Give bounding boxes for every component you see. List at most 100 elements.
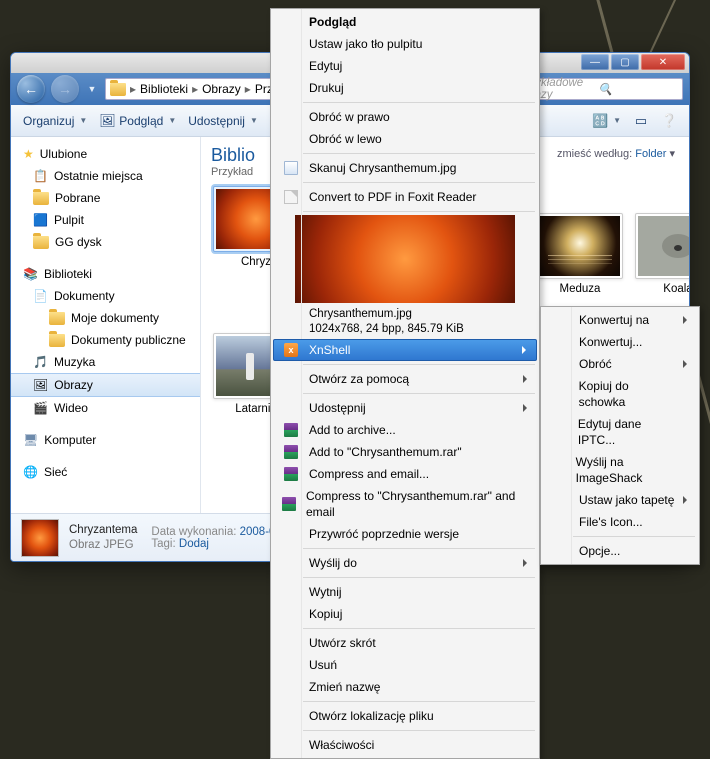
preview-button[interactable]: 🖼 Podgląd▼ xyxy=(95,110,180,132)
ctx-open-location[interactable]: Otwórz lokalizację pliku xyxy=(273,705,537,727)
ctx-convert-pdf[interactable]: Convert to PDF in Foxit Reader xyxy=(273,186,537,208)
thumb-jellyfish[interactable]: Meduza xyxy=(535,213,625,295)
sidebar-item-recent[interactable]: 📋Ostatnie miejsca xyxy=(11,165,200,187)
subctx-options[interactable]: Opcje... xyxy=(543,540,697,562)
ctx-ustaw-tlo[interactable]: Ustaw jako tło pulpitu xyxy=(273,33,537,55)
ctx-add-archive[interactable]: Add to archive... xyxy=(273,419,537,441)
folder-icon xyxy=(49,312,65,325)
sidebar-item-pictures[interactable]: 🖼Obrazy xyxy=(11,373,200,397)
library-icon: 📚 xyxy=(23,265,38,283)
close-button[interactable]: ✕ xyxy=(641,54,685,70)
ctx-podglad[interactable]: Podgląd xyxy=(273,11,537,33)
sidebar-item-music[interactable]: 🎵Muzyka xyxy=(11,351,200,373)
view-icon: 🔠 xyxy=(592,113,608,129)
koala-image xyxy=(638,216,690,276)
view-options-button[interactable]: 🔠▼ xyxy=(588,110,625,132)
ctx-shortcut[interactable]: Utwórz skrót xyxy=(273,632,537,654)
subctx-edit-iptc[interactable]: Edytuj dane IPTC... xyxy=(543,413,697,451)
ctx-obroc-lewo[interactable]: Obróć w lewo xyxy=(273,128,537,150)
sidebar-item-my-documents[interactable]: Moje dokumenty xyxy=(11,307,200,329)
pane-icon: ▭ xyxy=(633,113,649,129)
sidebar-network[interactable]: 🌐Sieć xyxy=(11,461,200,483)
ctx-share[interactable]: Udostępnij xyxy=(273,397,537,419)
xnshell-icon: x xyxy=(284,343,298,357)
chevron-down-icon: ▼ xyxy=(250,116,258,125)
sidebar-item-public-documents[interactable]: Dokumenty publiczne xyxy=(11,329,200,351)
pdf-icon xyxy=(284,190,298,204)
ctx-send-to[interactable]: Wyślij do xyxy=(273,552,537,574)
rar-icon xyxy=(284,467,298,481)
details-tags[interactable]: Dodaj xyxy=(179,538,209,550)
forward-button[interactable]: → xyxy=(51,75,79,103)
sidebar-item-downloads[interactable]: Pobrane xyxy=(11,187,200,209)
organize-button[interactable]: Organizuj▼ xyxy=(19,111,91,131)
star-icon: ★ xyxy=(23,145,34,163)
network-icon: 🌐 xyxy=(23,463,38,481)
documents-icon: 📄 xyxy=(33,287,48,305)
ctx-compress-rar-email[interactable]: Compress to "Chrysanthemum.rar" and emai… xyxy=(273,485,537,523)
subctx-obroc[interactable]: Obróć xyxy=(543,353,697,375)
subctx-wallpaper[interactable]: Ustaw jako tapetę xyxy=(543,489,697,511)
subctx-files-icon[interactable]: File's Icon... xyxy=(543,511,697,533)
share-button[interactable]: Udostępnij▼ xyxy=(184,111,262,131)
chevron-down-icon: ▼ xyxy=(613,116,621,125)
sidebar-favorites-header[interactable]: ★Ulubione xyxy=(11,143,200,165)
ctx-drukuj[interactable]: Drukuj xyxy=(273,77,537,99)
nav-history-dropdown[interactable]: ▼ xyxy=(85,84,99,94)
maximize-button[interactable]: ▢ xyxy=(611,54,639,70)
rar-icon xyxy=(284,445,298,459)
ctx-copy[interactable]: Kopiuj xyxy=(273,603,537,625)
ctx-open-with[interactable]: Otwórz za pomocą xyxy=(273,368,537,390)
sidebar-item-ggdysk[interactable]: GG dysk xyxy=(11,231,200,253)
sidebar-item-videos[interactable]: 🎬Wideo xyxy=(11,397,200,419)
ctx-rename[interactable]: Zmień nazwę xyxy=(273,676,537,698)
details-thumbnail xyxy=(21,519,59,557)
rar-icon xyxy=(284,423,298,437)
back-button[interactable]: ← xyxy=(17,75,45,103)
ctx-restore[interactable]: Przywróć poprzednie wersje xyxy=(273,523,537,545)
thumb-koala[interactable]: Koala xyxy=(633,213,690,295)
sidebar: ★Ulubione 📋Ostatnie miejsca Pobrane 🟦Pul… xyxy=(11,137,201,513)
sidebar-item-documents[interactable]: 📄Dokumenty xyxy=(11,285,200,307)
video-icon: 🎬 xyxy=(33,399,48,417)
chevron-down-icon: ▼ xyxy=(79,116,87,125)
arrange-by-link[interactable]: Folder xyxy=(635,148,666,160)
ctx-cut[interactable]: Wytnij xyxy=(273,581,537,603)
ctx-preview-filename: Chrysanthemum.jpg xyxy=(309,307,531,322)
ctx-edytuj[interactable]: Edytuj xyxy=(273,55,537,77)
music-icon: 🎵 xyxy=(33,353,48,371)
minimize-button[interactable]: — xyxy=(581,54,609,70)
breadcrumb-item[interactable]: Obrazy xyxy=(202,82,241,96)
ctx-properties[interactable]: Właściwości xyxy=(273,734,537,756)
help-button[interactable]: ❔ xyxy=(657,110,681,132)
context-menu: Podgląd Ustaw jako tło pulpitu Edytuj Dr… xyxy=(270,8,540,759)
ctx-add-rar[interactable]: Add to "Chrysanthemum.rar" xyxy=(273,441,537,463)
recent-icon: 📋 xyxy=(33,167,48,185)
ctx-delete[interactable]: Usuń xyxy=(273,654,537,676)
ctx-compress-email[interactable]: Compress and email... xyxy=(273,463,537,485)
subctx-konwertuj[interactable]: Konwertuj... xyxy=(543,331,697,353)
folder-icon xyxy=(33,236,49,249)
pictures-icon: 🖼 xyxy=(33,376,48,394)
sidebar-computer[interactable]: 🖥Komputer xyxy=(11,429,200,451)
chevron-down-icon: ▼ xyxy=(168,116,176,125)
arrange-by: zmieść według: Folder ▾ xyxy=(557,147,675,160)
help-icon: ❔ xyxy=(661,113,677,129)
details-type: Obraz JPEG xyxy=(69,538,137,553)
subctx-imageshack[interactable]: Wyślij na ImageShack xyxy=(543,451,697,489)
breadcrumb-item[interactable]: Biblioteki xyxy=(140,82,188,96)
sidebar-item-desktop[interactable]: 🟦Pulpit xyxy=(11,209,200,231)
ctx-skanuj[interactable]: Skanuj Chrysanthemum.jpg xyxy=(273,157,537,179)
chevron-right-icon: ▸ xyxy=(130,82,136,96)
ctx-preview-meta: 1024x768, 24 bpp, 845.79 KiB xyxy=(309,322,531,337)
ctx-obroc-prawo[interactable]: Obróć w prawo xyxy=(273,106,537,128)
preview-pane-button[interactable]: ▭ xyxy=(629,110,653,132)
ctx-xnshell[interactable]: xXnShell xyxy=(273,339,537,361)
sidebar-libraries-header[interactable]: 📚Biblioteki xyxy=(11,263,200,285)
desktop-icon: 🟦 xyxy=(33,211,48,229)
subctx-copy-clipboard[interactable]: Kopiuj do schowka xyxy=(543,375,697,413)
scanner-icon xyxy=(284,161,298,175)
chevron-right-icon: ▸ xyxy=(245,82,251,96)
folder-icon xyxy=(49,334,65,347)
subctx-konwertuj-na[interactable]: Konwertuj na xyxy=(543,309,697,331)
